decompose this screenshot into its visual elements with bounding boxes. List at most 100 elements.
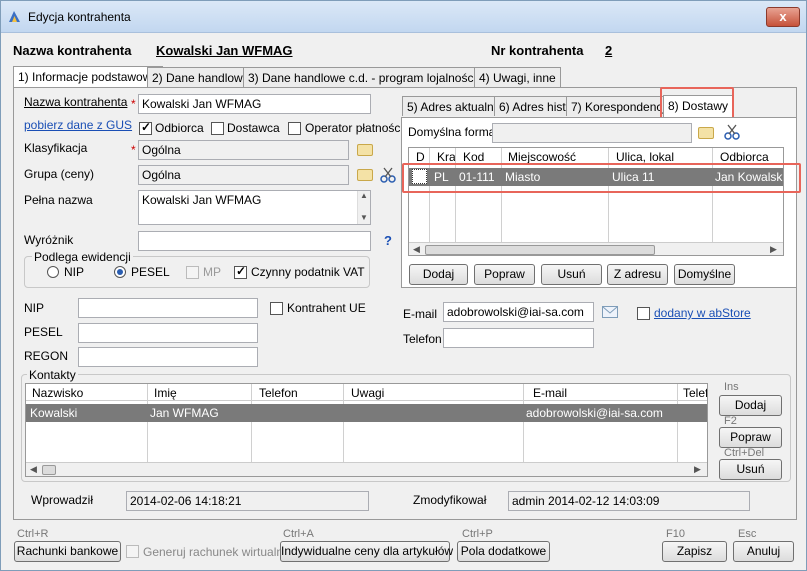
tab-informacje-podstawowe[interactable]: 1) Informacje podstawowe [13,66,164,88]
generuj-checkbox[interactable] [126,545,139,558]
contact-imie: Jan WFMAG [150,406,219,420]
col-odbiorca[interactable]: Odbiorca [720,150,769,164]
table-row[interactable]: Kowalski Jan WFMAG adobrowolski@iai-sa.c… [26,404,707,422]
klasyfikacja-input[interactable]: Ogólna [138,140,349,160]
zmodyfikowal-value: admin 2014-02-12 14:03:09 [508,491,750,511]
pola-dodatkowe-button[interactable]: Pola dodatkowe [457,541,550,562]
regon-input[interactable] [78,347,258,367]
col-kraj[interactable]: Kra [437,150,456,164]
pesel-label: PESEL [24,325,63,339]
tab-adres-hist[interactable]: 6) Adres hist. [494,96,575,116]
kontakty-usun-button[interactable]: Usuń [719,459,782,480]
pelna-nazwa-scrollbar[interactable]: ▲ ▼ [357,191,370,224]
scroll-down-icon[interactable]: ▼ [360,213,368,222]
dostawy-z-adresu-button[interactable]: Z adresu [607,264,668,285]
col-telefon[interactable]: Telefon [259,386,298,400]
pesel-radio[interactable] [114,266,126,278]
nip-radio[interactable] [47,266,59,278]
pelna-nazwa-input[interactable]: Kowalski Jan WFMAG [138,190,371,225]
ctrl-del-shortcut: Ctrl+Del [724,447,765,459]
gus-link[interactable]: pobierz dane z GUS [24,118,132,132]
col-d[interactable]: D [416,150,425,164]
scroll-left-icon[interactable]: ◀ [30,464,37,475]
required-mark: * [131,97,136,111]
col-uwagi[interactable]: Uwagi [351,386,384,400]
close-button[interactable]: x [766,7,800,27]
envelope-icon[interactable] [602,306,618,318]
rachunki-bankowe-button[interactable]: Rachunki bankowe [14,541,121,562]
highlight-dostawy-row [402,163,801,193]
telefon-label: Telefon [403,332,442,346]
grupa-label: Grupa (ceny) [24,167,95,181]
tab-uwagi-inne[interactable]: 4) Uwagi, inne [474,67,561,87]
kontakty-popraw-button[interactable]: Popraw [719,427,782,448]
kontakty-grid: Nazwisko Imię Telefon Uwagi E-mail Telef… [25,383,708,477]
window-title: Edycja kontrahenta [28,10,131,24]
tab-dane-handlowe-cd[interactable]: 3) Dane handlowe c.d. - program lojalnoś… [243,67,503,87]
kontrahent-ue-checkbox[interactable] [270,302,283,315]
scroll-right-icon[interactable]: ▶ [694,464,701,475]
operator-checkbox[interactable] [288,122,301,135]
dialog-window: Edycja kontrahenta x Nazwa kontrahenta K… [0,0,807,571]
tab-dane-handlowe[interactable]: 2) Dane handlowe [147,67,255,87]
nazwa-input[interactable]: Kowalski Jan WFMAG [138,94,371,114]
col-miejscowosc[interactable]: Miejscowość [508,150,576,164]
odbiorca-checkbox[interactable] [139,120,152,135]
col-email[interactable]: E-mail [533,386,567,400]
wyroznik-input[interactable] [138,231,371,251]
scroll-left-icon[interactable]: ◀ [413,244,420,255]
folder-icon[interactable] [357,169,373,181]
kontrahent-ue-label: Kontrahent UE [287,301,366,315]
dostawy-dodaj-button[interactable]: Dodaj [409,264,468,285]
dostawy-domyslne-button[interactable]: Domyślne [674,264,735,285]
operator-label: Operator płatności [305,121,404,135]
wprowadzil-value: 2014-02-06 14:18:21 [126,491,369,511]
col-imie[interactable]: Imię [154,386,177,400]
dostawy-usun-button[interactable]: Usuń [541,264,602,285]
kontakty-grid-header: Nazwisko Imię Telefon Uwagi E-mail Telef [26,384,707,401]
klasyfikacja-label: Klasyfikacja [24,141,88,155]
nip-input[interactable] [78,298,258,318]
col-ulica[interactable]: Ulica, lokal [616,150,674,164]
dostawy-popraw-button[interactable]: Popraw [474,264,535,285]
forma-input[interactable] [492,123,692,143]
ctrl-a-shortcut: Ctrl+A [283,528,314,540]
mp-checkbox[interactable] [186,266,199,279]
folder-icon[interactable] [698,127,714,139]
col-nazwisko[interactable]: Nazwisko [32,386,83,400]
grupa-input[interactable]: Ogólna [138,165,349,185]
help-icon[interactable]: ? [384,233,392,248]
indywidualne-ceny-button[interactable]: Indywidualne ceny dla artykułów [280,541,453,562]
required-mark: * [131,143,136,157]
scroll-up-icon[interactable]: ▲ [360,191,368,200]
col-kod[interactable]: Kod [463,150,484,164]
ctrl-p-shortcut: Ctrl+P [462,528,493,540]
folder-icon[interactable] [357,144,373,156]
pesel-input[interactable] [78,323,258,343]
kontakty-dodaj-button[interactable]: Dodaj [719,395,782,416]
generuj-label: Generuj rachunek wirtualny [143,545,290,559]
dostawy-hscroll[interactable]: ◀ ▶ [409,242,783,255]
abstore-checkbox[interactable] [637,307,650,320]
email-input[interactable]: adobrowolski@iai-sa.com [443,302,594,322]
abstore-link[interactable]: dodany w abStore [654,306,751,320]
tab-adres-aktualny[interactable]: 5) Adres aktualny [402,96,505,116]
telefon-input[interactable] [443,328,594,348]
scroll-right-icon[interactable]: ▶ [770,244,777,255]
scissors-icon[interactable] [724,124,740,140]
nip-label: NIP [24,301,45,315]
zapisz-button[interactable]: Zapisz [662,541,727,562]
scroll-thumb[interactable] [42,465,56,475]
dostawca-checkbox[interactable] [211,122,224,135]
scroll-thumb[interactable] [425,245,655,255]
contact-email: adobrowolski@iai-sa.com [526,406,663,420]
col-telef[interactable]: Telef [683,386,707,400]
scissors-icon[interactable] [380,167,396,183]
anuluj-button[interactable]: Anuluj [733,541,794,562]
kontakty-hscroll[interactable]: ◀ ▶ [26,462,707,476]
header-name-label: Nazwa kontrahenta [13,43,132,58]
mp-label: MP [203,265,221,279]
vat-checkbox[interactable] [234,264,247,279]
ins-shortcut: Ins [724,381,739,393]
f2-shortcut: F2 [724,415,737,427]
